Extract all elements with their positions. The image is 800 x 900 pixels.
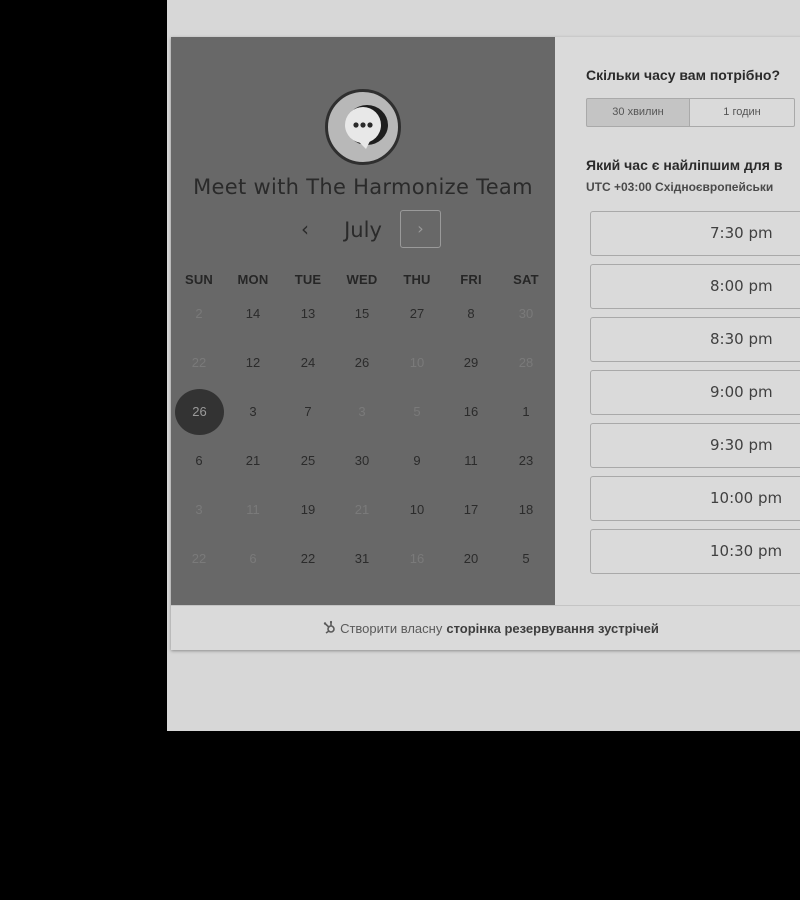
calendar-day[interactable]: 15 [338,291,386,337]
calendar-day: 6 [249,551,257,566]
calendar-grid: 2 14 13 15 27 8 30 22 12 24 26 10 29 28 26 3 7 3 5 16 1 6 21 25… [171,295,555,595]
duration-1-hour-tab[interactable]: 1 годин [690,98,795,127]
calendar-day[interactable]: 16 [447,389,495,435]
calendar-day[interactable]: 7 [284,389,332,435]
calendar-day[interactable]: 19 [284,487,332,533]
chat-logo-icon [325,89,401,165]
weekday-sat: SAT [513,272,539,287]
calendar-day: 2 [195,306,203,321]
time-slot-button[interactable]: 7:30 pm [590,211,800,256]
calendar-day: 21 [354,502,370,517]
duration-30-min-tab[interactable]: 30 хвилин [586,98,690,127]
weekday-sun: SUN [184,272,214,287]
next-month-button[interactable]: › [400,210,441,248]
calendar-day[interactable]: 30 [338,438,386,484]
time-slot-button[interactable]: 10:00 pm [590,476,800,521]
footer-prefix: Створити власну [340,620,443,636]
calendar-day[interactable]: 29 [447,340,495,386]
prev-month-button[interactable]: ‹ [291,215,319,243]
time-slot-button[interactable]: 8:30 pm [590,317,800,362]
calendar-day[interactable]: 17 [447,487,495,533]
weekday-header: SUN MON TUE WED THU FRI SAT [171,272,555,288]
calendar-panel: Meet with The Harmonize Team ‹ July › SU… [171,37,555,605]
weekday-thu: THU [403,272,431,287]
calendar-day[interactable]: 26 [338,340,386,386]
calendar-day: 10 [409,355,425,370]
month-navigation: ‹ July › [171,210,555,250]
meeting-scheduler-card: Meet with The Harmonize Team ‹ July › SU… [171,37,800,650]
calendar-day[interactable]: 18 [502,487,550,533]
calendar-day[interactable]: 21 [229,438,277,484]
calendar-day[interactable]: 10 [393,487,441,533]
calendar-day[interactable]: 6 [175,438,223,484]
calendar-day: 3 [358,404,366,419]
calendar-day[interactable]: 25 [284,438,332,484]
calendar-day[interactable]: 23 [502,438,550,484]
calendar-day[interactable]: 12 [229,340,277,386]
calendar-day-selected[interactable]: 26 [175,389,224,435]
calendar-day[interactable]: 8 [447,291,495,337]
calendar-day: 22 [191,551,207,566]
calendar-day: 30 [518,306,534,321]
weekday-tue: TUE [294,272,322,287]
timezone-label[interactable]: UTC +03:00 Східноєвропейськи [586,180,773,194]
calendar-day: 28 [518,355,534,370]
month-label: July [344,218,382,242]
duration-tabs: 30 хвилин 1 годин [586,98,795,127]
calendar-day[interactable]: 3 [229,389,277,435]
weekday-fri: FRI [460,272,482,287]
time-slot-button[interactable]: 9:30 pm [590,423,800,468]
time-selection-panel: Скільки часу вам потрібно? 30 хвилин 1 г… [555,37,800,605]
weekday-mon: MON [237,272,269,287]
hubspot-sprocket-icon [323,620,337,637]
calendar-day[interactable]: 14 [229,291,277,337]
calendar-day[interactable]: 24 [284,340,332,386]
calendar-day[interactable]: 27 [393,291,441,337]
calendar-day[interactable]: 9 [393,438,441,484]
calendar-day: 16 [409,551,425,566]
calendar-day[interactable]: 1 [502,389,550,435]
calendar-day[interactable]: 13 [284,291,332,337]
time-slot-button[interactable]: 9:00 pm [590,370,800,415]
calendar-day: 5 [413,404,421,419]
calendar-day[interactable]: 11 [447,438,495,484]
calendar-day[interactable]: 20 [447,536,495,582]
time-slot-button[interactable]: 10:30 pm [590,529,800,574]
time-question: Який час є найліпшим для в [586,157,783,173]
calendar-day[interactable]: 22 [284,536,332,582]
calendar-day[interactable]: 5 [502,536,550,582]
duration-question: Скільки часу вам потрібно? [586,67,781,83]
calendar-day: 11 [246,502,260,517]
time-slot-button[interactable]: 8:00 pm [590,264,800,309]
weekday-wed: WED [346,272,378,287]
calendar-day[interactable]: 31 [338,536,386,582]
calendar-day: 3 [195,502,203,517]
footer-link[interactable]: Створити власну сторінка резервування зу… [171,605,800,650]
meeting-title: Meet with The Harmonize Team [193,175,533,199]
footer-bold-link[interactable]: сторінка резервування зустрічей [446,621,659,636]
calendar-day: 22 [191,355,207,370]
